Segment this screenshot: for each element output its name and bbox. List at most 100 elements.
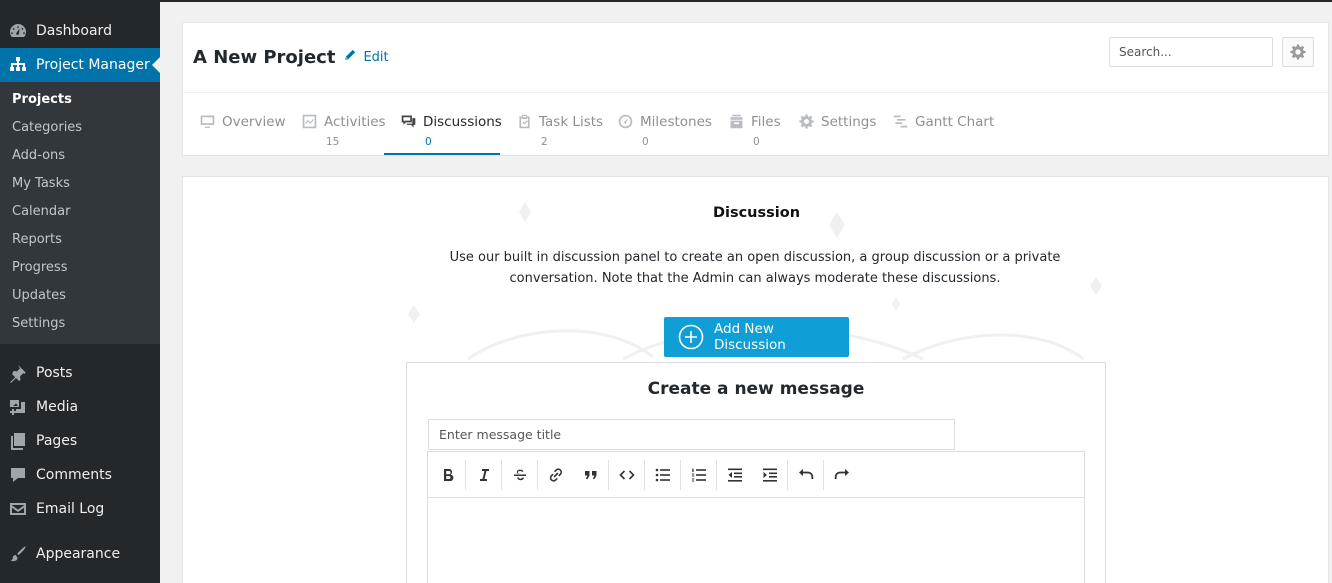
code-button[interactable] xyxy=(609,458,644,492)
bold-button[interactable] xyxy=(430,458,465,492)
admin-sidebar: Dashboard Project Manager Projects Categ… xyxy=(0,0,160,583)
clipboard-icon xyxy=(516,113,533,130)
sidebar-item-media[interactable]: Media xyxy=(0,390,160,424)
submenu-add-ons[interactable]: Add-ons xyxy=(0,142,160,170)
tab-label: Settings xyxy=(821,113,877,130)
sidebar-item-project-manager[interactable]: Project Manager xyxy=(0,48,160,82)
comment-icon xyxy=(0,465,36,485)
redo-icon xyxy=(834,468,849,479)
gear-icon xyxy=(798,113,815,130)
files-icon xyxy=(728,113,745,130)
tab-label: Files xyxy=(751,113,781,130)
blockquote-button[interactable] xyxy=(573,458,608,492)
code-icon xyxy=(618,469,635,480)
page-title: A New Project xyxy=(193,47,336,68)
tab-activities[interactable]: Activities 15 xyxy=(285,93,387,155)
plus-circle-icon xyxy=(678,324,704,350)
undo-icon xyxy=(798,468,813,479)
undo-button[interactable] xyxy=(788,458,823,492)
pencil-icon xyxy=(345,49,356,60)
sidebar-item-posts[interactable]: Posts xyxy=(0,356,160,390)
edit-label: Edit xyxy=(363,50,389,65)
pages-icon xyxy=(0,431,36,451)
edit-project-link[interactable]: Edit xyxy=(343,49,389,65)
submenu-categories[interactable]: Categories xyxy=(0,114,160,142)
add-new-discussion-button[interactable]: Add New Discussion xyxy=(664,317,849,357)
editor-toolbar xyxy=(428,452,1084,498)
sidebar-item-label: Email Log xyxy=(36,501,105,517)
indent-button[interactable] xyxy=(752,458,787,492)
bold-icon xyxy=(443,468,453,481)
submenu-settings[interactable]: Settings xyxy=(0,310,160,338)
sidebar-item-label: Comments xyxy=(36,467,112,483)
message-editor xyxy=(427,451,1085,583)
tab-overview[interactable]: Overview xyxy=(183,93,298,155)
sidebar-item-label: Media xyxy=(36,399,79,415)
message-body-area[interactable] xyxy=(428,498,1084,583)
outdent-button[interactable] xyxy=(717,458,752,492)
discussion-panel: Discussion Use our built in discussion p… xyxy=(182,176,1329,583)
tab-label: Gantt Chart xyxy=(915,113,995,130)
sidebar-item-label: Dashboard xyxy=(36,23,112,39)
link-button[interactable] xyxy=(538,458,573,492)
message-title-input[interactable] xyxy=(428,419,955,450)
sidebar-item-label: Project Manager xyxy=(36,57,150,73)
gantt-icon xyxy=(892,113,909,130)
sidebar-item-label: Appearance xyxy=(36,546,121,562)
submenu-progress[interactable]: Progress xyxy=(0,254,160,282)
tab-count: 2 xyxy=(541,136,548,148)
submenu-projects[interactable]: Projects xyxy=(0,86,160,114)
chat-icon xyxy=(400,113,417,130)
sidebar-lower-menu: Posts Media Pages Comments Email Log App… xyxy=(0,344,160,571)
tab-settings[interactable]: Settings xyxy=(782,93,876,155)
dashboard-icon xyxy=(0,21,36,41)
submenu-updates[interactable]: Updates xyxy=(0,282,160,310)
tab-label: Discussions xyxy=(423,113,502,130)
sidebar-item-pages[interactable]: Pages xyxy=(0,424,160,458)
sidebar-item-label: Pages xyxy=(36,433,78,449)
form-heading: Create a new message xyxy=(647,379,865,399)
tab-count: 0 xyxy=(642,136,649,148)
project-manager-submenu: Projects Categories Add-ons My Tasks Cal… xyxy=(0,82,160,344)
italic-icon xyxy=(479,468,489,481)
sidebar-item-email-log[interactable]: Email Log xyxy=(0,492,160,526)
tab-files[interactable]: Files 0 xyxy=(712,93,784,155)
tab-label: Task Lists xyxy=(539,113,604,130)
sidebar-item-label: Posts xyxy=(36,365,73,381)
submenu-calendar[interactable]: Calendar xyxy=(0,198,160,226)
brush-icon xyxy=(0,544,36,564)
settings-button[interactable] xyxy=(1282,37,1314,67)
bullet-list-icon xyxy=(655,468,670,481)
tab-milestones[interactable]: Milestones 0 xyxy=(601,93,712,155)
project-title-row: A New Project Edit xyxy=(183,23,1328,93)
tab-task-lists[interactable]: Task Lists 2 xyxy=(500,93,604,155)
search-input[interactable] xyxy=(1109,37,1273,67)
redo-button[interactable] xyxy=(824,458,859,492)
link-icon xyxy=(549,467,562,482)
sidebar-item-comments[interactable]: Comments xyxy=(0,458,160,492)
project-header: A New Project Edit Overview Activities 1… xyxy=(182,22,1329,156)
strikethrough-button[interactable] xyxy=(502,458,537,492)
sidebar-item-dashboard[interactable]: Dashboard xyxy=(0,14,160,48)
bullet-list-button[interactable] xyxy=(645,458,680,492)
gauge-icon xyxy=(617,113,634,130)
new-message-form: Create a new message xyxy=(406,362,1106,583)
numbered-list-icon xyxy=(691,468,706,481)
add-new-discussion-label: Add New Discussion xyxy=(714,321,786,353)
project-tabs: Overview Activities 15 Discussions 0 Tas… xyxy=(183,93,1328,155)
pin-icon xyxy=(0,363,36,383)
media-icon xyxy=(0,397,36,417)
italic-button[interactable] xyxy=(466,458,501,492)
discussion-description: Use our built in discussion panel to cre… xyxy=(449,250,1061,286)
tab-label: Milestones xyxy=(640,113,712,130)
submenu-my-tasks[interactable]: My Tasks xyxy=(0,170,160,198)
numbered-list-button[interactable] xyxy=(681,458,716,492)
indent-icon xyxy=(762,468,777,482)
activity-icon xyxy=(301,113,318,130)
tab-discussions[interactable]: Discussions 0 xyxy=(384,93,502,155)
tab-count: 15 xyxy=(326,136,340,148)
submenu-reports[interactable]: Reports xyxy=(0,226,160,254)
tab-count: 0 xyxy=(753,136,760,148)
sidebar-item-appearance[interactable]: Appearance xyxy=(0,537,160,571)
tab-gantt-chart[interactable]: Gantt Chart xyxy=(876,93,996,155)
